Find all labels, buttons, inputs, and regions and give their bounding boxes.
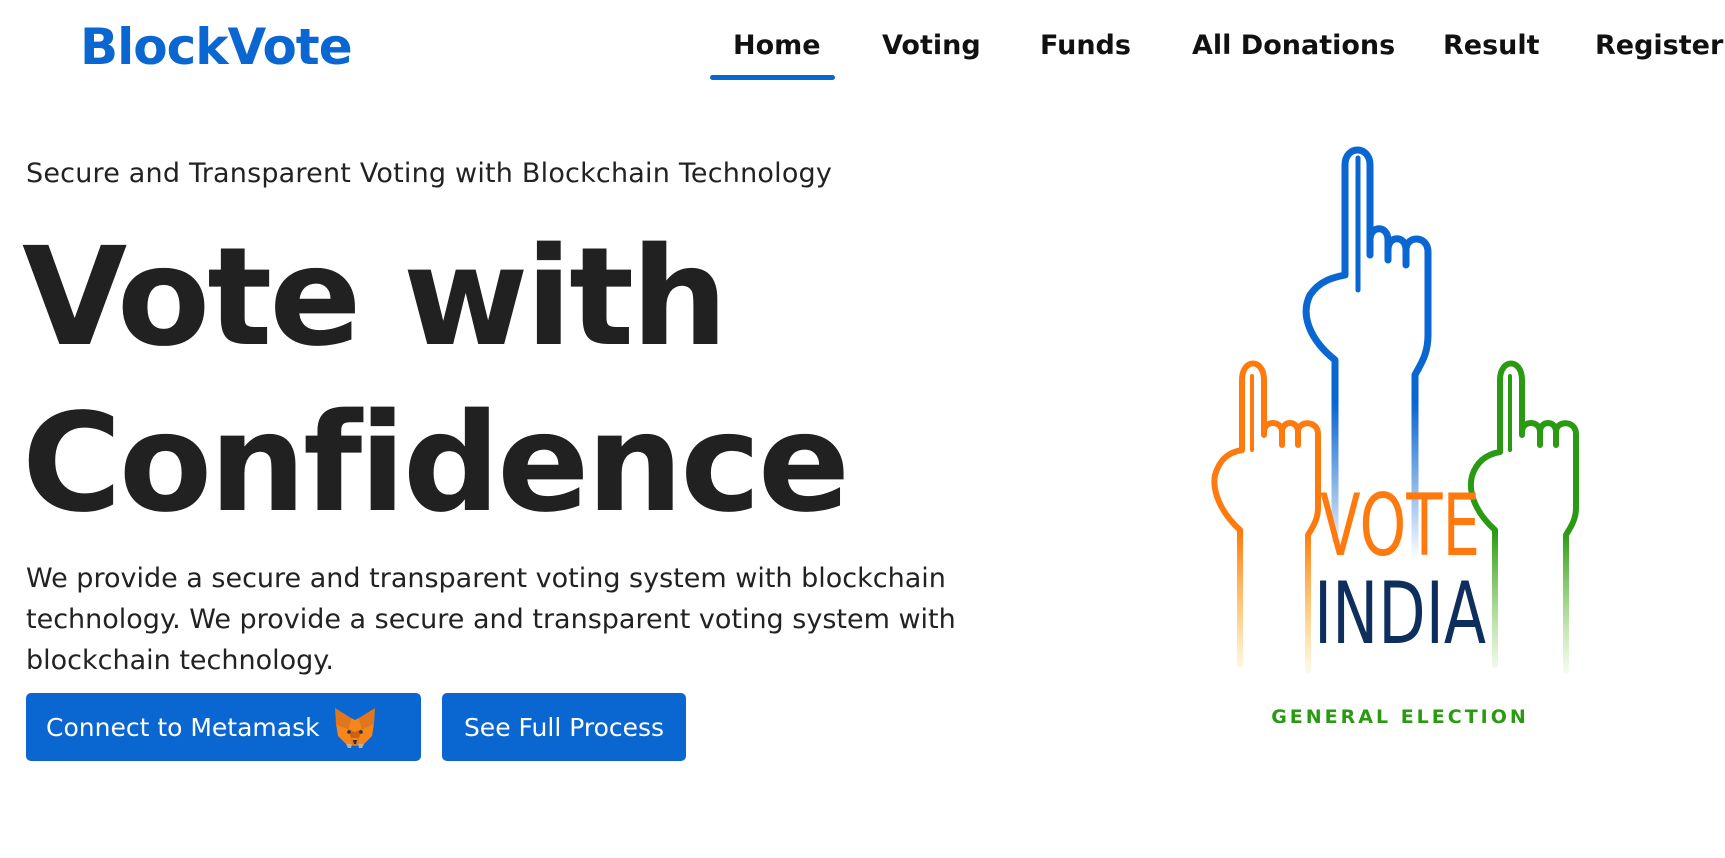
metamask-fox-icon [332,704,378,750]
nav-link-all-donations[interactable]: All Donations [1192,30,1395,61]
connect-button-label: Connect to Metamask [46,712,320,742]
description-line-2: technology. We provide a secure and tran… [26,604,956,635]
active-nav-indicator [710,75,835,80]
green-hand-icon [1467,360,1579,673]
poster-vote-text: VOTE [1320,476,1480,576]
headline-line-1: Vote with [22,219,728,377]
brand-logo[interactable]: BlockVote [80,18,353,76]
nav-link-home[interactable]: Home [733,30,821,61]
nav-link-register[interactable]: Register [1595,30,1723,61]
orange-hand-icon [1211,360,1321,673]
nav-link-result[interactable]: Result [1443,30,1540,61]
hero-headline: Vote with Confidence [22,215,850,547]
hero-tagline: Secure and Transparent Voting with Block… [26,158,833,189]
hero-description: We provide a secure and transparent voti… [26,558,1026,681]
poster-caption: GENERAL ELECTION [1271,706,1529,728]
description-line-3: blockchain technology. [26,645,334,676]
nav-link-voting[interactable]: Voting [882,30,981,61]
nav-link-funds[interactable]: Funds [1040,30,1131,61]
connect-metamask-button[interactable]: Connect to Metamask [26,693,421,761]
process-button-label: See Full Process [463,712,665,742]
vote-india-poster: VOTE INDIA GENERAL ELECTION [1190,140,1650,740]
navbar: BlockVote Home Voting Funds All Donation… [0,0,1725,100]
see-full-process-button[interactable]: See Full Process [442,693,686,761]
voting-hands-illustration: VOTE INDIA GENERAL ELECTION [1211,146,1579,728]
poster-india-text: INDIA [1314,564,1486,664]
headline-line-2: Confidence [22,385,850,543]
description-line-1: We provide a secure and transparent voti… [26,563,946,594]
